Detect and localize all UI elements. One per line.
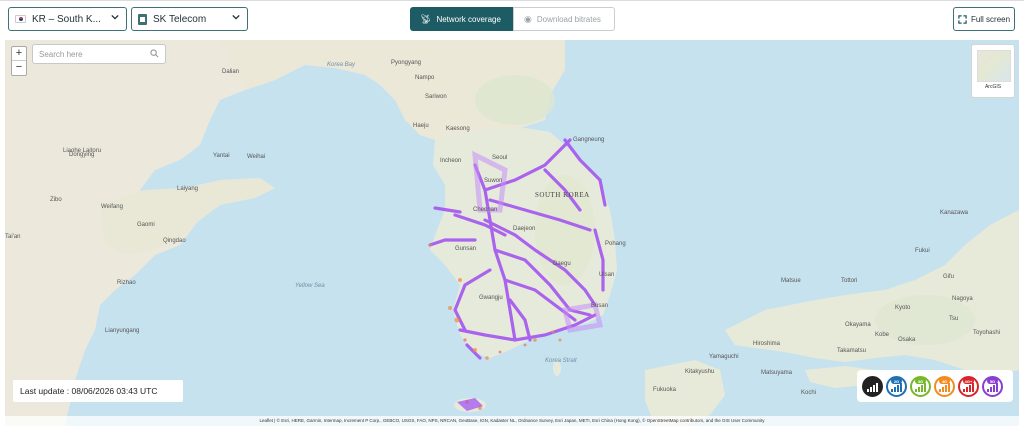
place-label: Nampo bbox=[415, 75, 435, 81]
last-update-label: Last update : 08/06/2026 03:43 UTC bbox=[13, 380, 183, 402]
place-label: Fukuoka bbox=[653, 387, 677, 393]
4g-label: 4G bbox=[941, 378, 948, 384]
place-label: Gunsan bbox=[455, 246, 477, 252]
download-icon: ◉ bbox=[524, 13, 532, 24]
download-bitrates-label: Download bitrates bbox=[536, 14, 601, 24]
operator-select-label: SK Telecom bbox=[153, 13, 207, 25]
place-label: Tai'an bbox=[5, 234, 21, 240]
place-label: Fukui bbox=[915, 248, 930, 254]
all-networks-icon[interactable] bbox=[862, 375, 883, 397]
place-label: Haeju bbox=[413, 123, 429, 129]
place-label: Daejeon bbox=[513, 226, 536, 232]
zoom-control: + − bbox=[11, 46, 27, 76]
fullscreen-button[interactable]: Full screen bbox=[953, 7, 1015, 31]
map-basemap bbox=[5, 40, 1019, 426]
place-label: Gaomi bbox=[137, 222, 155, 228]
place-label: Yantai bbox=[213, 153, 230, 159]
coverage-map[interactable]: Dalian Korea Bay Pyongyang Nampo Sariwon… bbox=[5, 40, 1019, 426]
place-label: Osaka bbox=[898, 337, 916, 343]
fullscreen-label: Full screen bbox=[970, 14, 1011, 24]
sea-label: Korea Bay bbox=[327, 62, 356, 68]
place-label: Kobe bbox=[875, 332, 890, 338]
place-label: Sariwon bbox=[425, 94, 447, 100]
place-label: Lianyungang bbox=[105, 328, 140, 334]
place-label: Seoul bbox=[492, 155, 508, 161]
map-attribution: Leaflet | © Esri, HERE, Garmin, Intermap… bbox=[5, 416, 1019, 426]
antenna-icon: 📡︎ bbox=[420, 13, 432, 24]
place-label: Yamaguchi bbox=[709, 354, 739, 360]
sim-card-icon bbox=[138, 13, 147, 25]
place-label: Pyongyang bbox=[391, 60, 422, 66]
place-label: Takamatsu bbox=[837, 348, 867, 354]
place-label: Gwangju bbox=[479, 295, 503, 301]
place-label: Zibo bbox=[50, 197, 62, 203]
place-label: Rizhao bbox=[117, 280, 136, 286]
network-coverage-label: Network coverage bbox=[436, 14, 501, 24]
place-label: Okayama bbox=[845, 322, 871, 328]
2g-label: 2G bbox=[893, 378, 900, 384]
place-label: Kyoto bbox=[895, 305, 911, 311]
chevron-down-icon bbox=[232, 14, 240, 20]
place-label: Kaesong bbox=[446, 126, 470, 132]
place-label: Laiyang bbox=[177, 186, 199, 192]
operator-select[interactable]: SK Telecom bbox=[131, 7, 248, 31]
place-label: Nagoya bbox=[952, 296, 973, 302]
place-label: Hiroshima bbox=[753, 341, 781, 347]
4g-plus-icon[interactable]: 4G+ bbox=[958, 375, 979, 397]
place-label: Gangneung bbox=[573, 137, 605, 143]
place-label: Kanazawa bbox=[940, 210, 969, 216]
search-placeholder: Search here bbox=[39, 50, 83, 59]
place-label: Qingdao bbox=[163, 238, 186, 244]
place-label: Pohang bbox=[605, 241, 626, 247]
3g-icon[interactable]: 3G bbox=[910, 375, 931, 397]
kr-flag-icon bbox=[15, 15, 26, 23]
place-label: Gifu bbox=[943, 274, 955, 280]
zoom-out-button[interactable]: − bbox=[12, 61, 26, 75]
place-label: Matsuyama bbox=[761, 370, 793, 376]
place-label: Matsue bbox=[781, 278, 801, 284]
place-label: Daegu bbox=[553, 261, 571, 267]
5g-label: 5G bbox=[989, 378, 996, 384]
place-label: Tsu bbox=[949, 316, 959, 322]
4g-plus-label: 4G+ bbox=[964, 378, 973, 384]
zoom-in-button[interactable]: + bbox=[12, 47, 26, 61]
place-label: Dongying bbox=[69, 152, 95, 158]
top-toolbar: KR – South K... SK Telecom 📡︎ Network co… bbox=[0, 0, 1024, 38]
basemap-caption: ArcGIS bbox=[984, 84, 1002, 90]
5g-icon[interactable]: 5G bbox=[982, 375, 1003, 397]
search-icon bbox=[150, 49, 159, 58]
expand-icon bbox=[958, 14, 967, 24]
place-label: Dalian bbox=[222, 69, 240, 75]
3g-label: 3G bbox=[917, 378, 924, 384]
place-label: Ulsan bbox=[599, 272, 615, 278]
place-label: Tottori bbox=[841, 278, 858, 284]
basemap-thumbnail bbox=[977, 50, 1011, 82]
country-select-label: KR – South K... bbox=[32, 13, 101, 25]
place-label: Suwon bbox=[484, 178, 503, 184]
sea-label: Yellow Sea bbox=[295, 283, 325, 289]
technology-legend: 2G 3G 4G 4G+ 5G bbox=[857, 370, 1013, 402]
2g-icon[interactable]: 2G bbox=[886, 375, 907, 397]
view-toggle: 📡︎ Network coverage ◉ Download bitrates bbox=[410, 7, 615, 31]
place-label: Cheonan bbox=[473, 207, 498, 213]
place-label: Busan bbox=[591, 303, 609, 309]
search-input[interactable]: Search here bbox=[32, 44, 166, 64]
sea-label: Korea Strait bbox=[545, 358, 577, 364]
country-select[interactable]: KR – South K... bbox=[8, 7, 127, 31]
place-label: Incheon bbox=[440, 158, 462, 164]
place-label: Kitakyushu bbox=[685, 369, 715, 375]
country-label: SOUTH KOREA bbox=[535, 191, 590, 199]
place-label: Toyohashi bbox=[973, 330, 1001, 336]
download-bitrates-tab[interactable]: ◉ Download bitrates bbox=[513, 7, 615, 31]
place-label: Kochi bbox=[801, 390, 817, 396]
network-coverage-tab[interactable]: 📡︎ Network coverage bbox=[410, 7, 513, 31]
4g-icon[interactable]: 4G bbox=[934, 375, 955, 397]
chevron-down-icon bbox=[111, 14, 119, 20]
place-label: Weihai bbox=[247, 154, 266, 160]
basemap-switcher[interactable]: ArcGIS bbox=[971, 44, 1015, 98]
place-label: Weifang bbox=[101, 204, 123, 210]
